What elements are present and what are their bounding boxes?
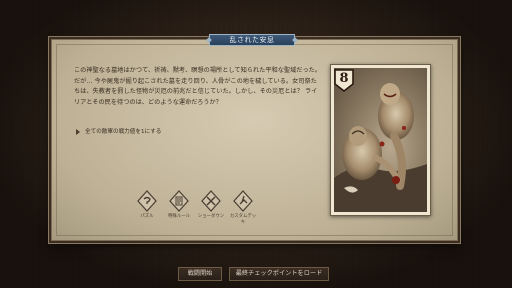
mode-special-rule-label: 特殊ルール bbox=[168, 214, 190, 219]
mode-custom-deck-label: カスタムデッキ bbox=[229, 214, 257, 225]
puzzle-icon bbox=[137, 190, 157, 212]
card-strength: 8 bbox=[339, 71, 349, 86]
mode-puzzle[interactable]: パズル bbox=[132, 190, 162, 220]
start-battle-button[interactable]: 戦闘開始 bbox=[178, 267, 222, 281]
showdown-icon bbox=[201, 190, 221, 212]
custom-deck-icon bbox=[233, 190, 253, 212]
mode-showdown[interactable]: ショーダウン bbox=[196, 190, 226, 220]
event-title: 乱された安息 bbox=[209, 34, 295, 46]
event-option[interactable]: 全ての敵軍の戦力値を1にする bbox=[76, 127, 276, 137]
mode-puzzle-label: パズル bbox=[140, 214, 154, 219]
mode-showdown-label: ショーダウン bbox=[197, 214, 225, 219]
load-checkpoint-button[interactable]: 最終チェックポイントをロード bbox=[229, 267, 329, 281]
option-arrow-icon bbox=[76, 129, 80, 135]
option-label: 全ての敵軍の戦力値を1にする bbox=[85, 129, 162, 135]
mode-special-rule[interactable]: 特殊ルール bbox=[164, 190, 194, 220]
event-story-text: この神聖なる墓地はかつて、祈祷、黙考、瞑想の場所として知られた平和な聖域だった。… bbox=[74, 67, 322, 106]
mode-custom-deck[interactable]: カスタムデッキ bbox=[228, 190, 258, 225]
special-rule-icon bbox=[169, 190, 189, 212]
mode-icons: パズル 特殊ルール ショーダウン カスタムデッキ bbox=[132, 190, 272, 230]
